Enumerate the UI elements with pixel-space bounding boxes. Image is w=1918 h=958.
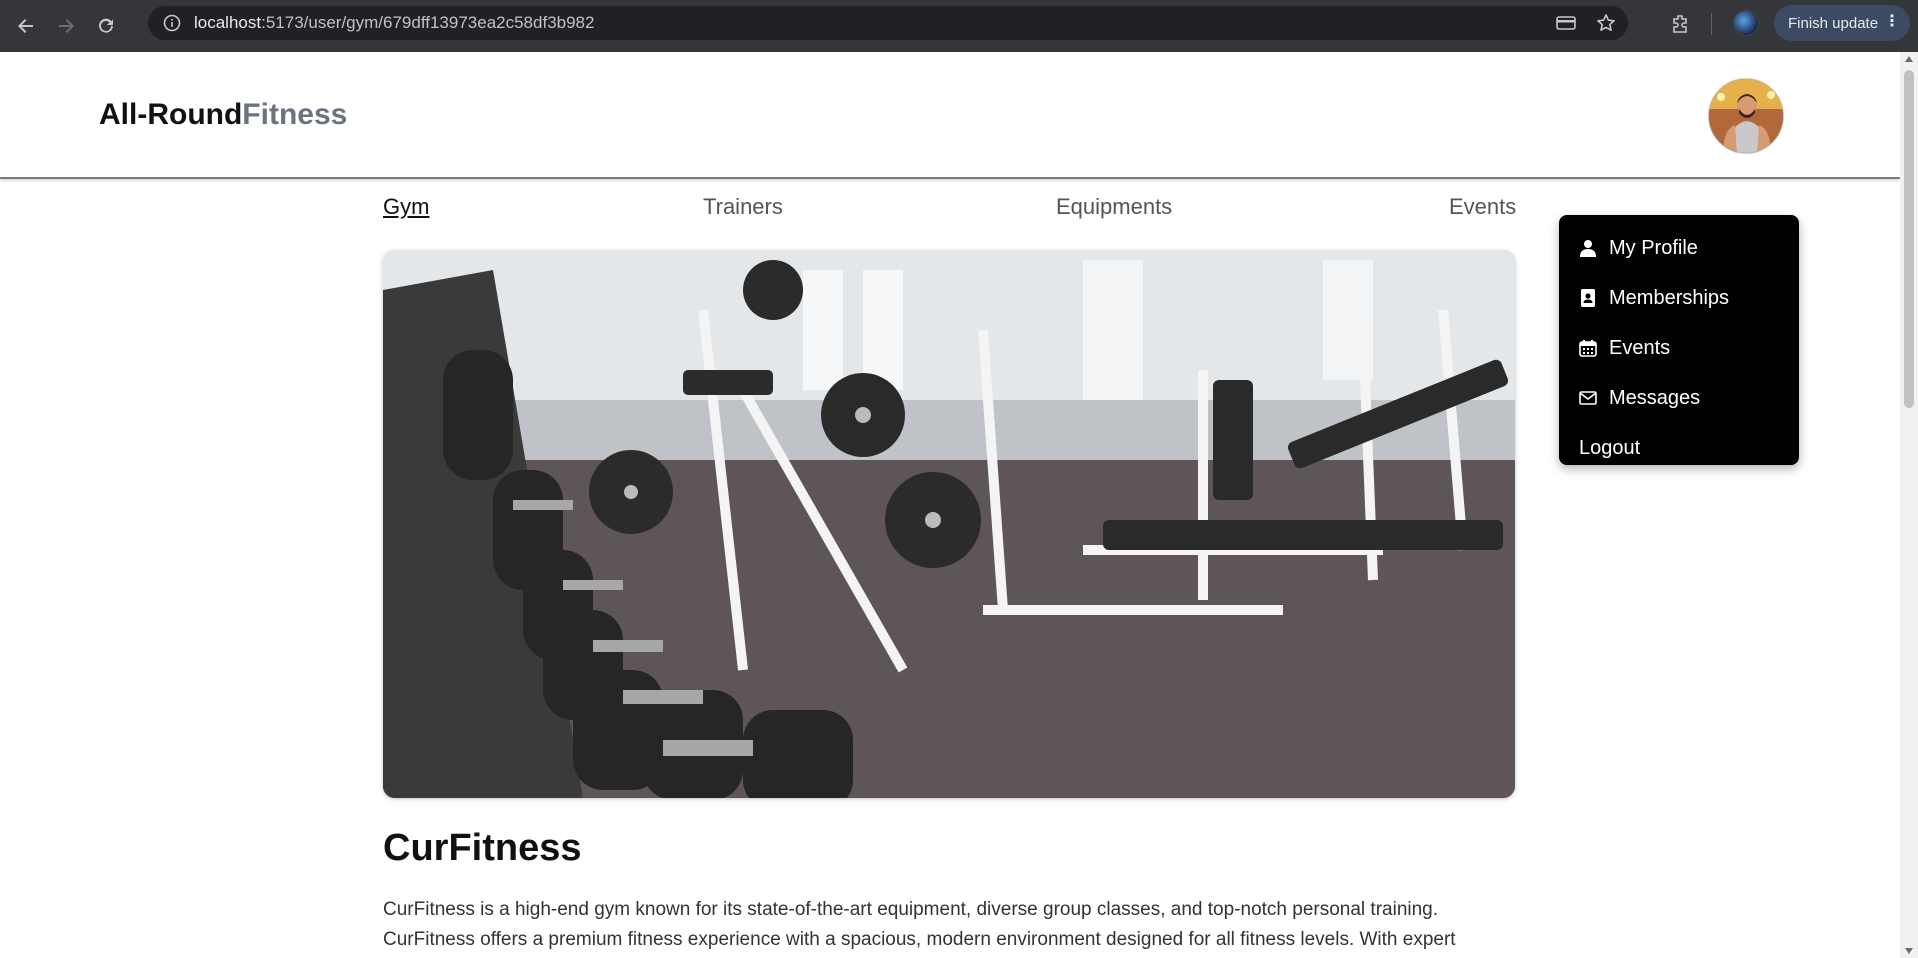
browser-toolbar: localhost:5173/user/gym/679dff13973ea2c5… [0,0,1918,52]
menu-item-label: Events [1609,336,1671,359]
forward-icon[interactable] [46,6,86,46]
more-icon[interactable]: ⋮ [1884,13,1900,31]
toolbar-divider [1711,13,1712,35]
profile-icon[interactable] [1733,10,1759,36]
tab-events[interactable]: Events [1449,194,1516,220]
menu-item-label: My Profile [1609,236,1698,259]
menu-item-label: Memberships [1609,286,1730,309]
gym-description-line-2: CurFitness offers a premium fitness expe… [383,929,1456,950]
nav-buttons [6,6,126,46]
user-dropdown-menu: My Profile Memberships Events Messages L… [1559,215,1799,465]
user-avatar[interactable] [1708,78,1784,154]
tab-gym[interactable]: Gym [383,194,429,220]
tab-equipments[interactable]: Equipments [1056,194,1172,220]
menu-item-my-profile[interactable]: My Profile [1559,223,1799,273]
url-path: :5173/user/gym/679dff13973ea2c58df3b982 [261,13,595,32]
envelope-icon [1579,389,1597,407]
extensions-icon[interactable] [1664,8,1696,40]
brand-logo[interactable]: All-RoundFitness [99,98,347,132]
site-header: All-RoundFitness [0,52,1900,179]
star-icon[interactable] [1592,9,1620,37]
menu-item-memberships[interactable]: Memberships [1559,273,1799,323]
menu-item-logout[interactable]: Logout [1559,423,1799,473]
scroll-up-icon[interactable] [1905,56,1913,62]
gym-hero-image [383,250,1515,798]
url-host: localhost [194,13,262,32]
page-scrollbar[interactable] [1900,52,1918,958]
menu-item-messages[interactable]: Messages [1559,373,1799,423]
card-icon[interactable] [1552,9,1580,37]
site-info-icon[interactable] [154,6,190,40]
calendar-icon [1579,339,1597,357]
finish-update-button[interactable]: Finish update ⋮ [1774,5,1910,41]
brand-accent: Fitness [242,98,348,131]
gym-name: CurFitness [383,827,582,869]
id-card-icon [1579,289,1597,307]
gym-tabs: Gym Trainers Equipments Events [383,194,1516,230]
tab-trainers[interactable]: Trainers [703,194,783,220]
menu-item-events[interactable]: Events [1559,323,1799,373]
page: All-RoundFitness Gym Trainers Equipments… [0,52,1900,958]
omnibox-actions [1552,6,1620,40]
back-icon[interactable] [6,6,46,46]
gym-description-line-1: CurFitness is a high-end gym known for i… [383,899,1439,920]
user-icon [1579,239,1597,257]
finish-update-label: Finish update [1788,14,1879,32]
address-bar[interactable]: localhost:5173/user/gym/679dff13973ea2c5… [148,6,1628,40]
brand-main: All-Round [99,98,243,131]
scrollbar-thumb[interactable] [1904,70,1914,408]
reload-icon[interactable] [86,6,126,46]
url-text[interactable]: localhost:5173/user/gym/679dff13973ea2c5… [194,13,594,33]
scroll-down-icon[interactable] [1905,948,1913,954]
gym-description: CurFitness is a high-end gym known for i… [383,895,1515,955]
menu-item-label: Messages [1609,386,1701,409]
menu-item-label: Logout [1579,436,1641,459]
